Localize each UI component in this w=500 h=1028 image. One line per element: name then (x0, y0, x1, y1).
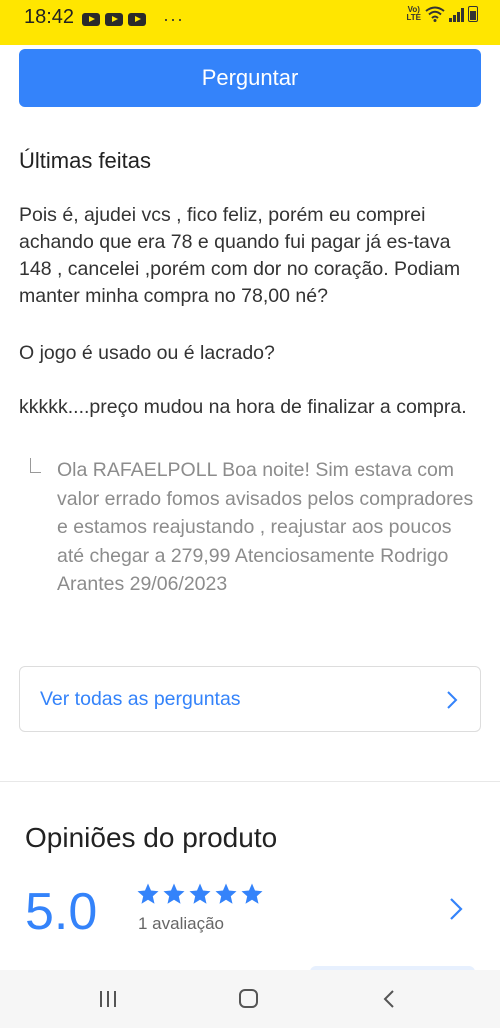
youtube-icon (82, 13, 100, 26)
question-item: O jogo é usado ou é lacrado? (19, 342, 275, 364)
youtube-icon (128, 13, 146, 26)
system-navigation-bar (0, 970, 500, 1028)
star-icon (215, 883, 237, 904)
rating-stars (136, 882, 264, 906)
signal-icon (449, 7, 464, 22)
question-item: Pois é, ajudei vcs , fico feliz, porém e… (19, 204, 461, 307)
star-icon (241, 883, 263, 904)
question-item: kkkkk....preço mudou na hora de finaliza… (19, 396, 467, 418)
status-time: 18:42 (24, 6, 75, 28)
back-icon[interactable] (382, 989, 396, 1009)
see-all-questions-label: Ver todas as perguntas (40, 688, 241, 710)
system-icons: Vo) LTE (406, 6, 478, 22)
star-icon (189, 883, 211, 904)
youtube-icon (105, 13, 123, 26)
status-bar: 18:42 ··· Vo) LTE (0, 0, 500, 45)
wifi-icon (425, 6, 445, 22)
star-icon (137, 883, 159, 904)
recent-apps-icon[interactable] (100, 991, 116, 1007)
chevron-right-icon (447, 691, 458, 709)
volte-label: Vo) LTE (406, 5, 421, 22)
more-notifications-indicator: ··· (163, 9, 184, 29)
star-icon (163, 883, 185, 904)
ask-question-button[interactable]: Perguntar (19, 49, 481, 107)
section-divider (0, 781, 500, 782)
last-questions-title: Últimas feitas (19, 148, 152, 173)
battery-icon (468, 6, 478, 22)
opinions-title: Opiniões do produto (25, 822, 278, 853)
home-icon[interactable] (239, 989, 258, 1008)
rating-value: 5.0 (25, 883, 98, 941)
answer-connector-icon (30, 458, 41, 473)
see-all-questions-link[interactable]: Ver todas as perguntas (19, 666, 481, 732)
rating-count: 1 avaliação (138, 914, 225, 933)
answer-text: Ola RAFAELPOLL Boa noite! Sim estava com… (57, 459, 474, 595)
notification-icons: ··· (82, 9, 184, 30)
chevron-right-icon[interactable] (448, 896, 464, 922)
